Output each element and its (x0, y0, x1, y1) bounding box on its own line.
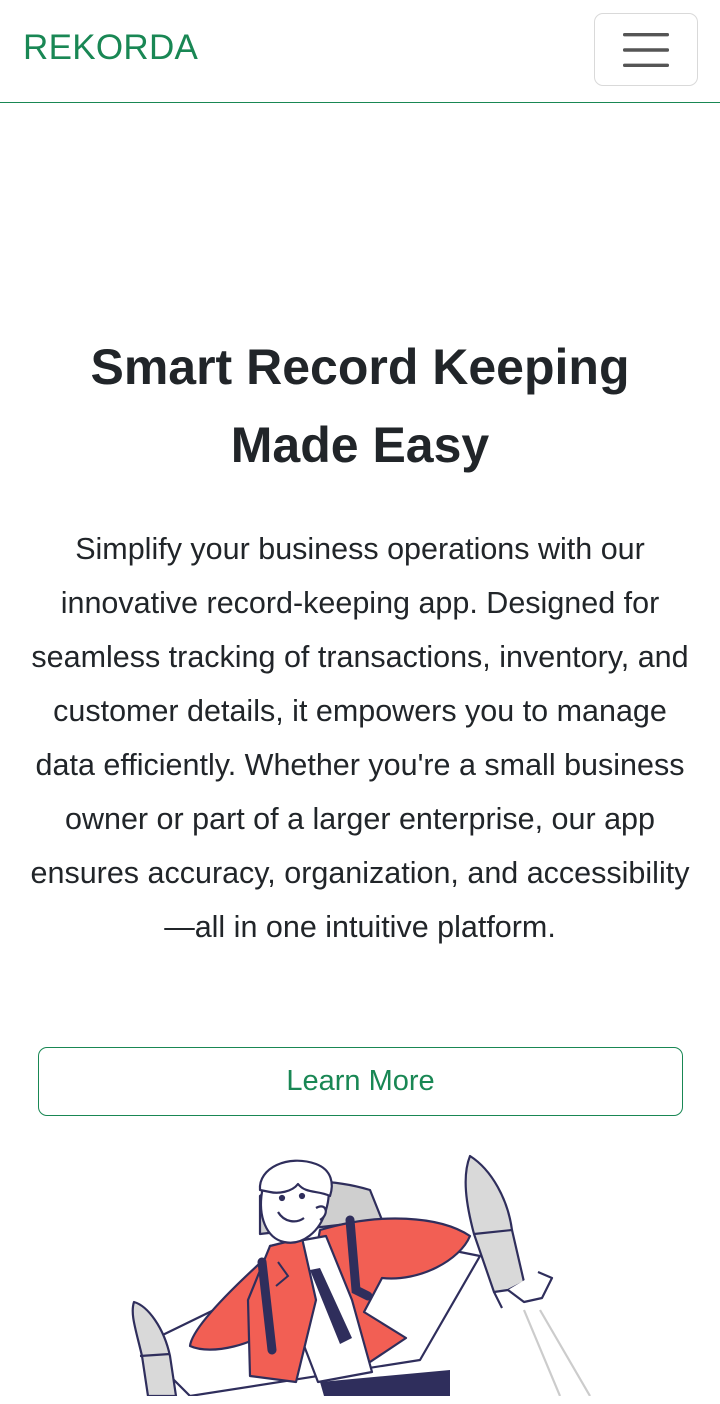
menu-toggle-button[interactable] (594, 13, 698, 86)
learn-more-button[interactable]: Learn More (38, 1047, 683, 1116)
hero-description: Simplify your business operations with o… (30, 532, 690, 944)
hamburger-menu-icon (623, 32, 669, 67)
brand-logo[interactable]: REKORDA (23, 26, 198, 70)
hero-title: Smart Record Keeping Made Easy (90, 339, 630, 473)
illustration-graphic (131, 1154, 591, 1396)
right-rocket-icon (464, 1154, 591, 1396)
top-navbar: REKORDA (0, 0, 720, 103)
businessman-jetpack-illustration (120, 1150, 600, 1396)
